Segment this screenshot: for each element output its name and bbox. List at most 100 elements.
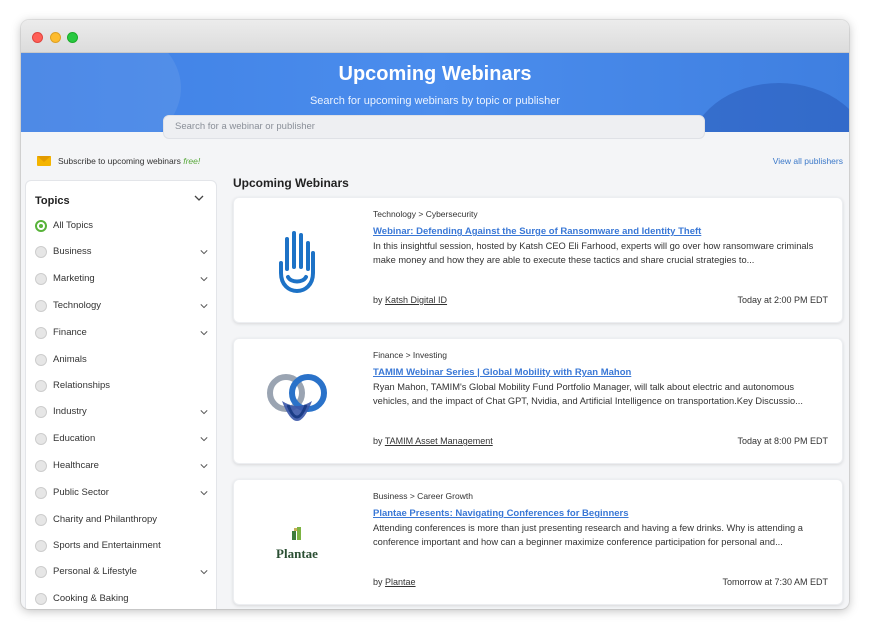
sidebar-topic-item[interactable]: Education — [35, 432, 211, 448]
webinar-title-link[interactable]: Webinar: Defending Against the Surge of … — [373, 226, 701, 237]
chevron-down-icon[interactable] — [200, 275, 208, 283]
chevron-down-icon[interactable] — [200, 329, 208, 337]
section-title: Upcoming Webinars — [233, 176, 349, 190]
topic-radio[interactable] — [35, 566, 47, 578]
webinar-logo[interactable]: Plantae — [234, 480, 360, 606]
topic-label: Cooking & Baking — [53, 593, 129, 604]
topic-label: Education — [53, 433, 96, 444]
topic-radio[interactable] — [35, 487, 47, 499]
topic-radio[interactable] — [35, 327, 47, 339]
tamim-knot-logo — [267, 374, 327, 421]
webinar-title-link[interactable]: Plantae Presents: Navigating Conferences… — [373, 508, 629, 519]
title-bar — [21, 20, 849, 53]
close-window-button[interactable] — [32, 32, 43, 43]
chevron-down-icon[interactable] — [200, 302, 208, 310]
webinar-category: Business > Career Growth — [373, 491, 473, 501]
topic-radio[interactable] — [35, 246, 47, 258]
topic-label: Technology — [53, 300, 102, 311]
sidebar-topic-item[interactable]: Cooking & Baking — [35, 592, 211, 608]
topic-label: Sports and Entertainment — [53, 540, 161, 551]
maximize-window-button[interactable] — [67, 32, 78, 43]
page-subtitle: Search for upcoming webinars by topic or… — [309, 95, 561, 107]
by-label: by — [373, 436, 385, 446]
chevron-down-icon[interactable] — [194, 194, 204, 202]
topic-radio[interactable] — [35, 593, 47, 605]
webinar-time: Today at 2:00 PM EDT — [737, 295, 828, 305]
plantae-logo: Plantae — [276, 525, 318, 562]
topic-radio[interactable] — [35, 300, 47, 312]
topic-radio[interactable] — [35, 220, 47, 232]
chevron-down-icon[interactable] — [200, 489, 208, 497]
sidebar-topic-item[interactable]: Personal & Lifestyle — [35, 565, 211, 581]
topic-radio[interactable] — [35, 460, 47, 472]
chevron-down-icon[interactable] — [200, 462, 208, 470]
topic-label: Animals — [53, 354, 87, 365]
chevron-down-icon[interactable] — [200, 248, 208, 256]
sidebar-topic-item[interactable]: Business — [35, 245, 211, 261]
plantae-logo-text: Plantae — [276, 545, 318, 561]
chevron-down-icon[interactable] — [200, 568, 208, 576]
chevron-down-icon[interactable] — [200, 435, 208, 443]
publisher-link[interactable]: TAMIM Asset Management — [385, 436, 493, 446]
subscribe-row: Subscribe to upcoming webinars free! Vie… — [21, 146, 849, 176]
sidebar-topic-item[interactable]: Charity and Philanthropy — [35, 513, 211, 529]
publisher-link[interactable]: Plantae — [385, 577, 416, 587]
topic-label: Public Sector — [53, 487, 109, 498]
topics-title: Topics — [35, 195, 70, 207]
webinar-logo[interactable] — [234, 339, 360, 465]
sidebar-topic-item[interactable]: Industry — [35, 405, 211, 421]
webinar-time: Today at 8:00 PM EDT — [737, 436, 828, 446]
mail-icon[interactable] — [37, 156, 51, 166]
minimize-window-button[interactable] — [50, 32, 61, 43]
page-title: Upcoming Webinars — [338, 63, 532, 85]
topic-label: Personal & Lifestyle — [53, 566, 137, 577]
topic-label: All Topics — [53, 220, 93, 231]
topic-radio[interactable] — [35, 433, 47, 445]
sidebar-topic-item[interactable]: Animals — [35, 353, 211, 369]
katsh-hand-logo — [279, 231, 315, 293]
by-label: by — [373, 577, 386, 587]
topic-radio[interactable] — [35, 514, 47, 526]
webinar-category: Finance > Investing — [373, 350, 447, 360]
topic-label: Finance — [53, 327, 87, 338]
webinar-category: Technology > Cybersecurity — [373, 209, 478, 219]
webinar-description: Attending conferences is more than just … — [373, 523, 803, 547]
subscribe-link[interactable]: Subscribe to upcoming webinars free! — [58, 156, 200, 166]
search-box[interactable] — [163, 115, 705, 139]
topic-radio[interactable] — [35, 273, 47, 285]
topic-radio[interactable] — [35, 540, 47, 552]
webinar-publisher-line: by Plantae — [373, 577, 416, 587]
topic-radio[interactable] — [35, 380, 47, 392]
sidebar-topic-item[interactable]: Healthcare — [35, 459, 211, 475]
view-all-publishers-link[interactable]: View all publishers — [773, 156, 843, 166]
sidebar-topic-item[interactable]: Technology — [35, 299, 211, 315]
topic-radio[interactable] — [35, 354, 47, 366]
sidebar-topic-item[interactable]: All Topics — [35, 219, 211, 235]
webinar-publisher-line: by Katsh Digital ID — [373, 295, 447, 305]
topic-radio[interactable] — [35, 406, 47, 418]
browser-window: Upcoming Webinars Search for upcoming we… — [21, 20, 849, 609]
sidebar-topic-item[interactable]: Marketing — [35, 272, 211, 288]
sidebar-topic-item[interactable]: Finance — [35, 326, 211, 342]
sidebar-topic-item[interactable]: Public Sector — [35, 486, 211, 502]
sidebar-topic-item[interactable]: Relationships — [35, 379, 211, 395]
sidebar-topic-item[interactable]: Sports and Entertainment — [35, 539, 211, 555]
webinar-card[interactable]: Plantae Business > Career Growth Plantae P… — [233, 479, 843, 605]
publisher-link[interactable]: Katsh Digital ID — [385, 295, 447, 305]
webinar-description: Ryan Mahon, TAMIM's Global Mobility Fund… — [373, 382, 803, 406]
webinar-card[interactable]: Technology > Cybersecurity Webinar: Defen… — [233, 197, 843, 323]
subscribe-text: Subscribe to upcoming webinars — [58, 156, 184, 166]
topic-label: Business — [53, 246, 92, 257]
leaf-icon — [291, 526, 301, 540]
topics-sidebar: Topics All Topics Business Marketing Techno… — [25, 180, 217, 609]
topic-label: Industry — [53, 406, 87, 417]
hero-decoration — [689, 83, 849, 132]
chevron-down-icon[interactable] — [200, 408, 208, 416]
webinar-publisher-line: by TAMIM Asset Management — [373, 436, 493, 446]
webinar-description: In this insightful session, hosted by Ka… — [373, 241, 814, 265]
webinar-logo[interactable] — [234, 198, 360, 324]
webinar-title-link[interactable]: TAMIM Webinar Series | Global Mobility w… — [373, 367, 631, 378]
webinar-card[interactable]: Finance > Investing TAMIM Webinar Series … — [233, 338, 843, 464]
search-input[interactable] — [175, 121, 693, 132]
topic-label: Relationships — [53, 380, 111, 391]
